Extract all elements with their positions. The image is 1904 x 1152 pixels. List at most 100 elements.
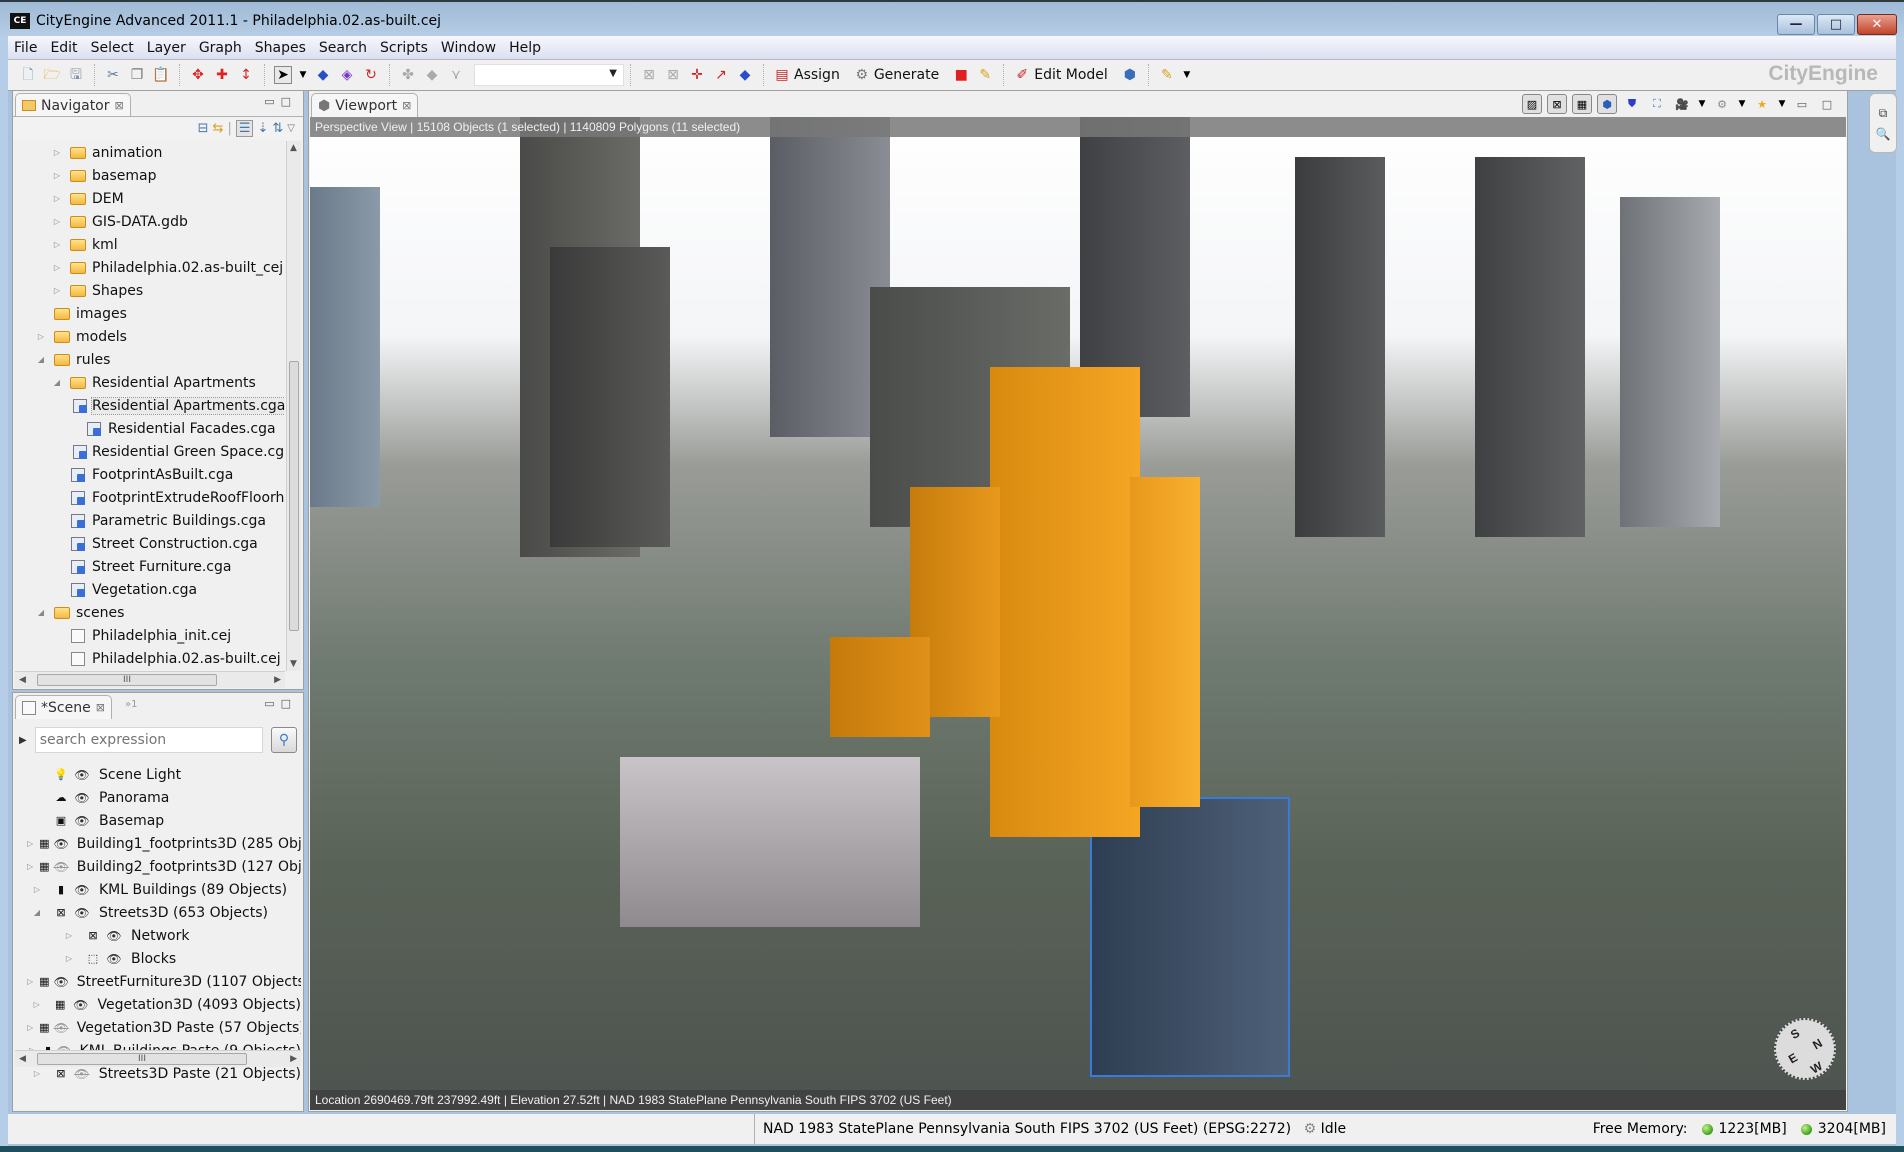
scene-layer-item[interactable]: ▷ ▦ 👁 Building1_footprints3D (285 Objects) [27, 832, 301, 855]
scrollbar-thumb[interactable]: III [37, 674, 217, 686]
scrollbar-thumb[interactable]: III [37, 1053, 247, 1065]
scene-layer-item[interactable]: ▷ ▦ 👁 StreetFurniture3D (1107 Objects) [27, 970, 301, 993]
visibility-eye-icon[interactable]: 👁 [73, 768, 91, 782]
edit-model-icon[interactable]: ✐ [1013, 66, 1031, 84]
navigator-vertical-scrollbar[interactable]: ▲ ▼ [286, 141, 301, 671]
expand-toggle-icon[interactable]: ▷ [27, 1023, 33, 1032]
expand-toggle-icon[interactable]: ▷ [51, 240, 63, 249]
scene-layer-item[interactable]: ▷ ▦ 👁 Building2_footprints3D (127 Objects) [27, 855, 301, 878]
navigator-item[interactable]: ▷ kml [15, 233, 285, 256]
scroll-left-icon[interactable]: ◀ [19, 1054, 26, 1064]
visibility-eye-icon[interactable]: 👁 [105, 929, 123, 943]
close-tab-icon[interactable]: ⊠ [96, 701, 105, 714]
navigator-item[interactable]: ◢ Residential Apartments [15, 371, 285, 394]
cleanup-icon[interactable]: ✎ [976, 66, 994, 84]
navigator-item[interactable]: Philadelphia_init.cej [15, 624, 285, 647]
navigator-item[interactable]: ▷ DEM [15, 187, 285, 210]
maximize-button[interactable]: □ [1817, 14, 1855, 35]
visibility-eye-icon[interactable]: 👁 [54, 975, 69, 989]
navigator-item[interactable]: Parametric Buildings.cga [15, 509, 285, 532]
scene-layer-item[interactable]: ☁ 👁 Panorama [27, 786, 301, 809]
expand-toggle-icon[interactable]: ▷ [59, 954, 79, 963]
scene-layer-item[interactable]: ▷ ▦ 👁 Vegetation3D Paste (57 Objects) [27, 1016, 301, 1039]
menu-scripts[interactable]: Scripts [380, 40, 428, 56]
navigator-item[interactable]: Vegetation.cga [15, 578, 285, 601]
graph-cleanup-icon[interactable]: ⊠ [664, 66, 682, 84]
scene-layer-item[interactable]: ▷ ▮ 👁 KML Buildings (89 Objects) [27, 878, 301, 901]
navigator-item[interactable]: FootprintAsBuilt.cga [15, 463, 285, 486]
expand-toggle-icon[interactable]: ▷ [27, 885, 47, 894]
select-tool-icon[interactable]: ➤ [274, 66, 292, 84]
expand-toggle-icon[interactable]: ◢ [27, 908, 47, 917]
tool-options-icon[interactable]: ✎ [1158, 66, 1176, 84]
visibility-eye-icon[interactable]: 👁 [105, 952, 123, 966]
navigator-item[interactable]: ▷ animation [15, 141, 285, 164]
navigator-item[interactable]: Philadelphia.02.as-built.cej [15, 647, 285, 670]
move-icon[interactable]: ✥ [189, 66, 207, 84]
rotate-icon[interactable]: ↻ [362, 66, 380, 84]
expand-toggle-icon[interactable]: ▷ [27, 977, 33, 986]
snap-icon[interactable]: ⋎ [447, 66, 465, 84]
menu-help[interactable]: Help [509, 40, 541, 56]
visibility-eye-icon[interactable]: 👁 [73, 883, 91, 897]
search-input[interactable] [34, 727, 263, 753]
scene-layer-item[interactable]: ▷ ▦ 👁 Vegetation3D (4093 Objects) [27, 993, 301, 1016]
maximize-view-icon[interactable]: □ [1817, 94, 1837, 114]
menu-search[interactable]: Search [319, 40, 367, 56]
close-tab-icon[interactable]: ⊠ [402, 99, 411, 112]
expand-toggle-icon[interactable]: ▷ [27, 1069, 47, 1078]
expand-toggle-icon[interactable]: ▷ [51, 263, 63, 272]
navigator-item[interactable]: ◢ scenes [15, 601, 285, 624]
paste-icon[interactable]: 📋 [152, 66, 170, 84]
scale-icon[interactable]: ◈ [338, 66, 356, 84]
expand-toggle-icon[interactable]: ◢ [35, 608, 47, 617]
wcs-icon[interactable]: ✤ [399, 66, 417, 84]
scroll-up-icon[interactable]: ▲ [290, 143, 297, 153]
minimize-button[interactable]: — [1777, 14, 1815, 35]
inspector-icon[interactable]: 🔍 [1876, 127, 1891, 141]
navigator-item[interactable]: ▷ basemap [15, 164, 285, 187]
scroll-left-icon[interactable]: ◀ [19, 675, 26, 685]
navigator-item[interactable]: Residential Green Space.cga [15, 440, 285, 463]
sort-icon[interactable]: ⇅ [272, 121, 283, 136]
expand-toggle-icon[interactable]: ◢ [51, 378, 63, 387]
frame-all-icon[interactable]: ⛶ [1647, 94, 1667, 114]
hidden-eye-icon[interactable]: 👁 [54, 860, 69, 874]
bookmarks-star-icon[interactable]: ★ [1752, 94, 1772, 114]
expand-toggle-icon[interactable]: ▷ [51, 286, 63, 295]
expand-toggle-icon[interactable]: ▷ [27, 839, 33, 848]
navigator-item[interactable]: Residential Apartments.cga [15, 394, 285, 417]
expand-toggle-icon[interactable]: ▷ [27, 862, 33, 871]
bookmarks-dropdown-icon[interactable]: ▼ [1777, 94, 1787, 114]
menu-select[interactable]: Select [91, 40, 134, 56]
scroll-down-icon[interactable]: ▼ [290, 659, 297, 669]
navigator-item[interactable]: Residential Facades.cga [15, 417, 285, 440]
menu-file[interactable]: File [14, 40, 37, 56]
visibility-eye-icon[interactable]: 👁 [72, 998, 89, 1012]
scrollbar-thumb[interactable] [289, 361, 299, 631]
ocs-icon[interactable]: ◆ [423, 66, 441, 84]
camera-dropdown-icon[interactable]: ▼ [1697, 94, 1707, 114]
menu-shapes[interactable]: Shapes [255, 40, 306, 56]
compass-widget[interactable]: N E S W [1762, 1006, 1846, 1092]
expand-toggle-icon[interactable]: ▷ [51, 171, 63, 180]
scene-layer-item[interactable]: 💡 👁 Scene Light [27, 763, 301, 786]
street-add-icon[interactable]: ✛ [688, 66, 706, 84]
toggle-shapes-icon[interactable]: ▦ [1572, 94, 1592, 114]
move-vertical-icon[interactable]: ↕ [237, 66, 255, 84]
navigator-item[interactable]: Street Furniture.cga [15, 555, 285, 578]
scroll-right-icon[interactable]: ▶ [290, 1054, 297, 1064]
menu-window[interactable]: Window [441, 40, 496, 56]
link-editor-icon[interactable]: ⇆ [213, 121, 224, 136]
toggle-models-icon[interactable]: ⬢ [1597, 94, 1617, 114]
graph-edit-icon[interactable]: ⊠ [640, 66, 658, 84]
generate-button[interactable]: Generate [874, 67, 939, 83]
edit-model-button[interactable]: Edit Model [1034, 67, 1108, 83]
copy-icon[interactable]: ❐ [128, 66, 146, 84]
selected-building[interactable] [990, 367, 1140, 837]
assign-button[interactable]: Assign [794, 67, 840, 83]
toggle-terrain-icon[interactable]: ▨ [1522, 94, 1542, 114]
curve-street-icon[interactable]: ↗ [712, 66, 730, 84]
close-tab-icon[interactable]: ⊠ [115, 99, 124, 112]
menu-graph[interactable]: Graph [199, 40, 242, 56]
